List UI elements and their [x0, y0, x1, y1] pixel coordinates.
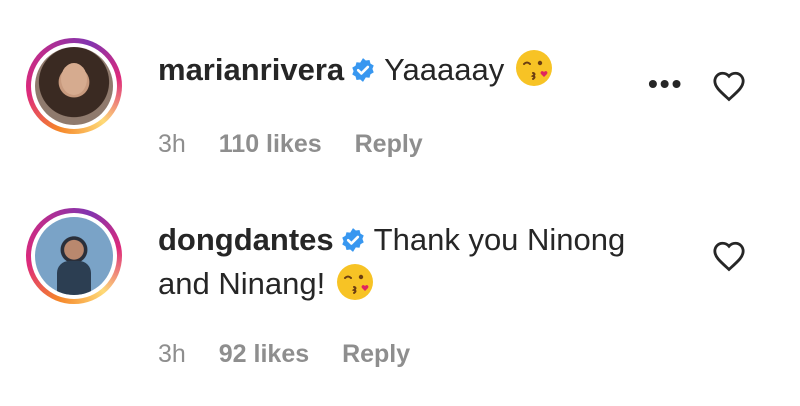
likes-count[interactable]: 92 likes — [219, 340, 309, 368]
comment-meta: 3h 92 likes Reply — [158, 340, 436, 369]
verified-badge-icon — [352, 58, 374, 82]
reply-button[interactable]: Reply — [342, 340, 410, 368]
comment-line: marianrivera Yaaaaay — [158, 48, 554, 92]
avatar-story-ring[interactable] — [26, 208, 122, 304]
username[interactable]: dongdantes — [158, 222, 334, 257]
comment-text-continued: and Ninang! — [158, 266, 326, 301]
comment-meta: 3h 110 likes Reply — [158, 130, 449, 159]
heart-icon[interactable] — [712, 70, 746, 102]
comment-time[interactable]: 3h — [158, 340, 186, 368]
comment-text: Thank you Ninong — [373, 222, 626, 257]
comment-line: dongdantes Thank you Ninong — [158, 218, 625, 262]
more-options-icon[interactable]: ••• — [648, 70, 683, 98]
avatar-story-ring[interactable] — [26, 38, 122, 134]
username[interactable]: marianrivera — [158, 52, 344, 87]
heart-icon[interactable] — [712, 240, 746, 272]
likes-count[interactable]: 110 likes — [219, 130, 322, 158]
comment-item: marianrivera Yaaaaay 3h 110 likes Reply … — [0, 30, 800, 180]
comment-time[interactable]: 3h — [158, 130, 186, 158]
avatar[interactable] — [35, 217, 113, 295]
avatar[interactable] — [35, 47, 113, 125]
comment-line-2: and Ninang! — [158, 262, 375, 306]
verified-badge-icon — [341, 228, 364, 252]
kissing-face-emoji — [337, 264, 374, 300]
kissing-face-emoji — [516, 50, 553, 86]
reply-button[interactable]: Reply — [355, 130, 423, 158]
comment-item: dongdantes Thank you Ninong and Ninang! … — [0, 200, 800, 400]
comment-text: Yaaaaay — [384, 52, 505, 87]
